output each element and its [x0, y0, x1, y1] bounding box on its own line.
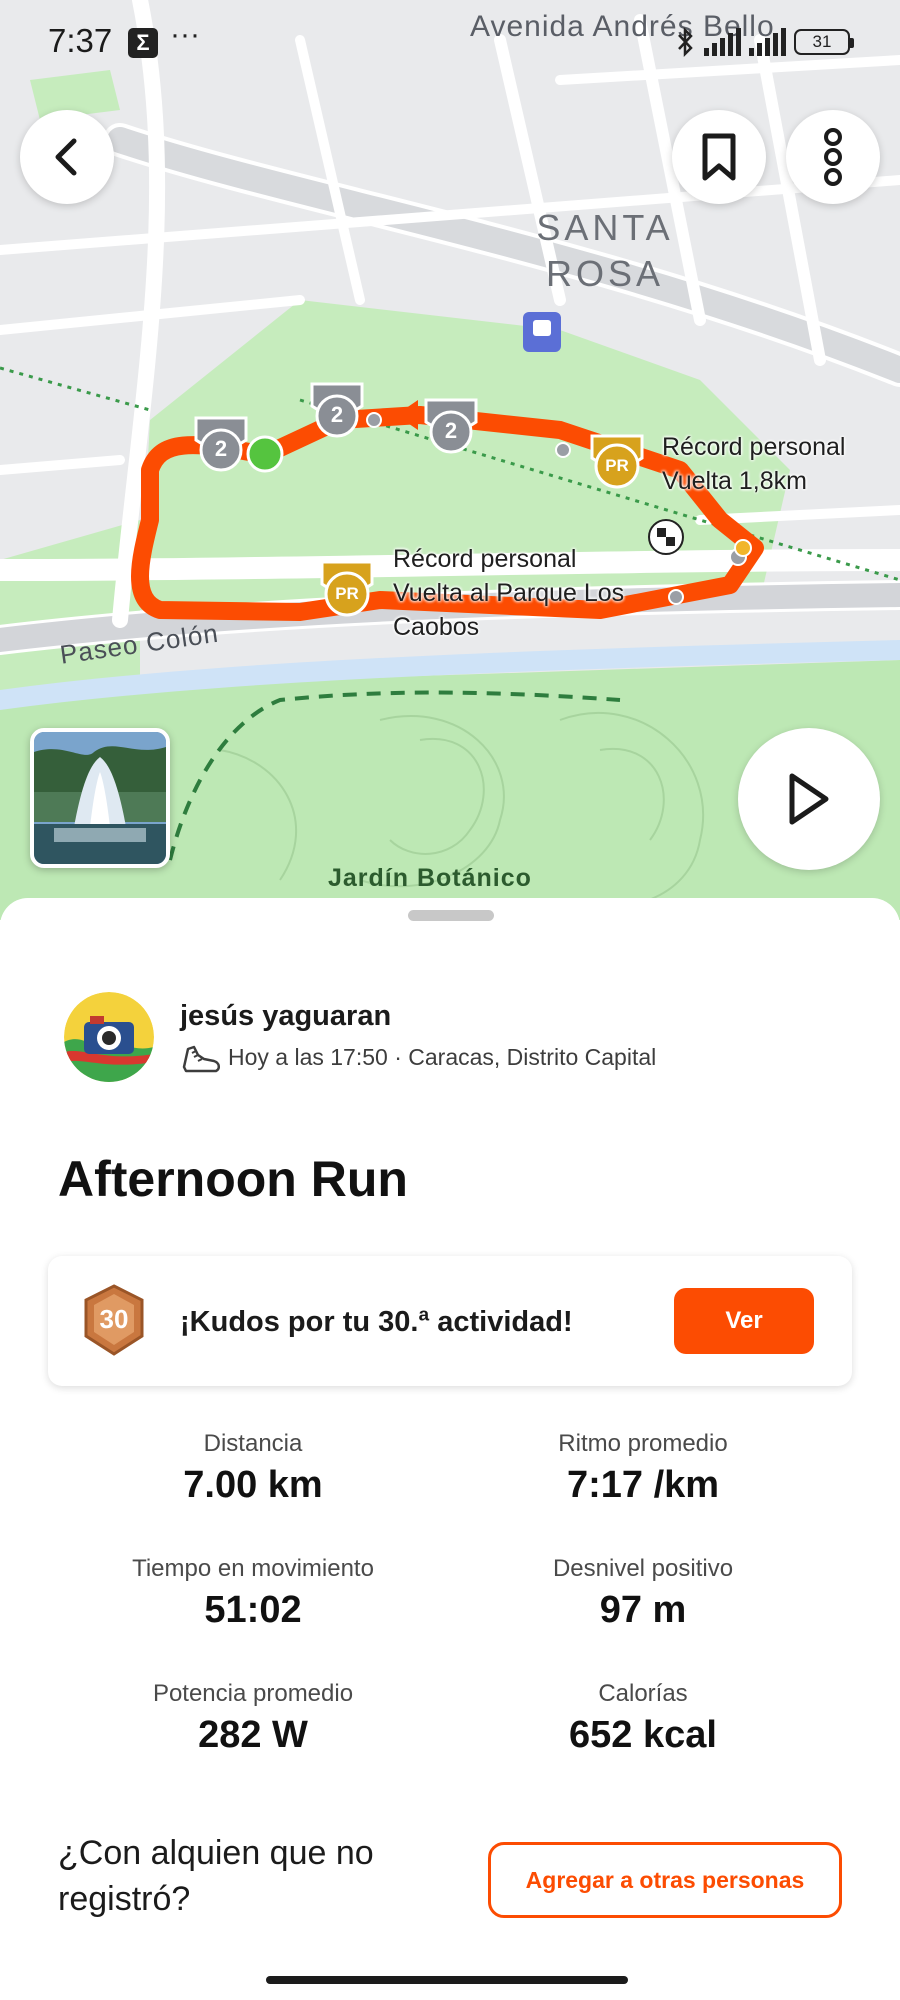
athlete-header[interactable]: jesús yaguaran Hoy a las 17:50 · Caracas… [64, 992, 656, 1082]
stat-label: Ritmo promedio [558, 1430, 728, 1457]
stat-value: 7:17 /km [566, 1464, 720, 1506]
activity-title: Afternoon Run [58, 1151, 408, 1207]
pr-label-line: Vuelta 1,8km [662, 467, 807, 495]
sheet-drag-handle[interactable] [408, 910, 494, 921]
pr-label-line: Caobos [393, 613, 480, 641]
pr-badge-1[interactable]: PR [600, 456, 634, 476]
battery-icon: 31 [794, 29, 854, 55]
back-button[interactable] [20, 110, 114, 204]
bluetooth-icon [678, 26, 693, 58]
view-kudos-button[interactable]: Ver [674, 1288, 814, 1354]
stat-distance: Distancia 7.00 km [88, 1430, 418, 1507]
milestone-badge-number: 30 [99, 1304, 129, 1334]
home-indicator[interactable] [266, 1976, 628, 1984]
more-notifications-icon: ··· [170, 18, 200, 51]
stat-value: 652 kcal [569, 1714, 717, 1756]
map-label-santa-rosa: SANTA ROSA [536, 207, 674, 294]
stat-value: 282 W [198, 1714, 308, 1756]
pr-badge-2[interactable]: PR [330, 584, 364, 604]
segment-badge-1[interactable]: 2 [207, 436, 235, 462]
stat-label: Potencia promedio [152, 1680, 354, 1707]
play-icon [789, 773, 829, 825]
athlete-name[interactable]: jesús yaguaran [180, 1000, 656, 1033]
pr-label-parque-los-caobos: Récord personal Vuelta al Parque Los Cao… [393, 542, 624, 644]
sigma-notification-icon: Σ [128, 28, 158, 58]
stat-elevation-gain: Desnivel positivo 97 m [478, 1555, 808, 1632]
bookmark-icon [702, 133, 736, 181]
kudos-milestone-card[interactable]: 30 ¡Kudos por tu 30.ª actividad! Ver [48, 1256, 852, 1386]
add-other-people-button[interactable]: Agregar a otras personas [488, 1842, 842, 1918]
avatar[interactable] [64, 992, 154, 1082]
tag-others-prompt: ¿Con alquien que no registró? [58, 1834, 374, 1918]
pr-label-vuelta-1-8km: Récord personal Vuelta 1,8km [662, 430, 845, 498]
activity-photo-thumbnail[interactable] [30, 728, 170, 868]
signal-strength-icon-2 [749, 28, 786, 56]
vertical-dots-icon [824, 128, 842, 186]
running-shoe-icon [182, 1045, 220, 1072]
stat-value: 97 m [599, 1589, 687, 1631]
fountain-photo [34, 732, 166, 864]
stat-value: 7.00 km [183, 1464, 323, 1506]
stat-label: Distancia [203, 1430, 303, 1457]
segment-badge-2[interactable]: 2 [323, 402, 351, 428]
pr-label-line: Vuelta al Parque Los [393, 579, 625, 607]
pr-label-line: Récord personal [662, 433, 846, 461]
stat-calories: Calorías 652 kcal [478, 1680, 808, 1757]
stat-label: Desnivel positivo [552, 1555, 734, 1582]
map-label-jardin-botanico: Jardín Botánico [328, 864, 532, 892]
bookmark-button[interactable] [672, 110, 766, 204]
status-time: 7:37 [48, 22, 113, 59]
stat-moving-time: Tiempo en movimiento 51:02 [88, 1555, 418, 1632]
flyover-play-button[interactable] [738, 728, 880, 870]
more-options-button[interactable] [786, 110, 880, 204]
stat-pace: Ritmo promedio 7:17 /km [478, 1430, 808, 1507]
stat-power: Potencia promedio 282 W [88, 1680, 418, 1757]
kudos-message: ¡Kudos por tu 30.ª actividad! [180, 1306, 573, 1338]
pr-label-line: Récord personal [393, 545, 577, 573]
stat-label: Calorías [598, 1680, 688, 1707]
avatar-image [64, 992, 154, 1082]
activity-meta-text: Hoy a las 17:50 · Caracas, Distrito Capi… [228, 1044, 657, 1070]
stat-label: Tiempo en movimiento [132, 1555, 374, 1582]
signal-strength-icon [704, 28, 741, 56]
chevron-left-icon [55, 138, 77, 176]
activity-detail-sheet: jesús yaguaran Hoy a las 17:50 · Caracas… [0, 898, 900, 2000]
status-indicators: 31 [674, 26, 854, 58]
stat-value: 51:02 [204, 1589, 302, 1631]
segment-badge-3[interactable]: 2 [437, 418, 465, 444]
route-map[interactable]: 2 2 2 PR PR Avenida Andrés Bello SANTA R… [0, 0, 900, 920]
status-bar: 7:37 Σ ··· 31 [0, 0, 900, 84]
